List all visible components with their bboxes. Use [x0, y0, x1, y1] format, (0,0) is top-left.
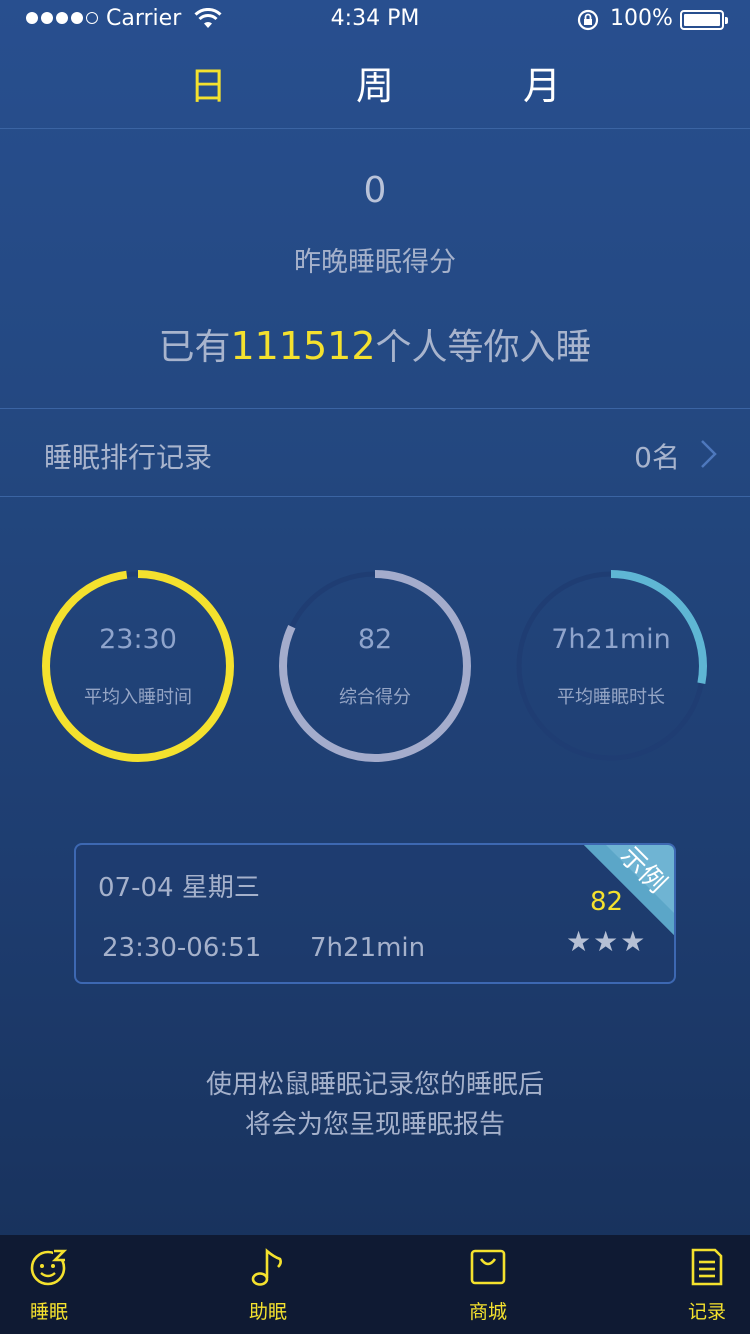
- tab-month[interactable]: 月: [482, 55, 602, 110]
- tab-day[interactable]: 日: [148, 55, 268, 110]
- nav-sleep-aid-label: 助眠: [248, 1301, 287, 1323]
- document-icon: [691, 1248, 723, 1286]
- waiting-count: 111512: [230, 324, 376, 368]
- hint-line-2: 将会为您呈现睡眠报告: [244, 1110, 505, 1140]
- bottom-navigation: 睡眠 助眠 商城 记录: [0, 1235, 750, 1334]
- nav-shop[interactable]: 商城: [428, 1235, 548, 1334]
- avg-bedtime-label: 平均入睡时间: [84, 687, 192, 708]
- avg-duration-ring: 7h21min 平均睡眠时长: [513, 568, 709, 764]
- divider: [0, 496, 750, 497]
- chevron-right-icon: [701, 440, 717, 468]
- sample-sleep-record-card[interactable]: 07-04 星期三 23:30-06:51 7h21min 82 ★★★ 示例: [74, 843, 676, 984]
- divider: [0, 408, 750, 409]
- sample-badge: 示例: [584, 845, 674, 935]
- sleep-ranking-row[interactable]: 睡眠排行记录 0名: [0, 410, 750, 496]
- sleep-face-icon: [30, 1249, 68, 1286]
- avg-duration-value: 7h21min: [551, 624, 671, 655]
- nav-records[interactable]: 记录: [647, 1235, 750, 1334]
- avg-bedtime-value: 23:30: [99, 624, 177, 655]
- battery-icon: [680, 10, 728, 30]
- last-night-score-label: 昨晚睡眠得分: [294, 247, 456, 278]
- last-night-score: 0: [363, 170, 387, 211]
- sleep-ranking-title: 睡眠排行记录: [44, 441, 213, 474]
- waiting-suffix: 个人等你入睡: [375, 327, 592, 368]
- nav-sleep-aid[interactable]: 助眠: [208, 1235, 328, 1334]
- avg-bedtime-ring: 23:30 平均入睡时间: [40, 568, 236, 764]
- nav-sleep-label: 睡眠: [29, 1301, 68, 1323]
- status-bar: Carrier 4:34 PM 100%: [0, 0, 750, 40]
- waiting-users-text: 已有111512个人等你入睡: [0, 318, 750, 370]
- music-note-icon: [251, 1248, 282, 1286]
- overall-score-label: 综合得分: [339, 687, 411, 708]
- battery-percent: 100%: [610, 6, 673, 31]
- tab-week[interactable]: 周: [315, 55, 435, 110]
- record-time-range: 23:30-06:51: [102, 933, 262, 963]
- nav-sleep[interactable]: 睡眠: [0, 1235, 109, 1334]
- empty-report-hint: 使用松鼠睡眠记录您的睡眠后 将会为您呈现睡眠报告: [0, 1065, 750, 1145]
- rotation-lock-icon: [577, 9, 599, 31]
- overall-score-ring: 82 综合得分: [277, 568, 473, 764]
- nav-records-label: 记录: [687, 1301, 726, 1323]
- record-date: 07-04 星期三: [98, 873, 260, 903]
- nav-shop-label: 商城: [468, 1301, 507, 1323]
- sleep-ranking-value: 0名: [634, 441, 680, 474]
- record-duration: 7h21min: [310, 933, 426, 963]
- divider: [0, 128, 750, 129]
- hint-line-1: 使用松鼠睡眠记录您的睡眠后: [205, 1070, 544, 1100]
- overall-score-value: 82: [357, 624, 393, 655]
- avg-duration-label: 平均睡眠时长: [557, 687, 665, 708]
- period-tabs: 日 周 月: [0, 55, 750, 115]
- waiting-prefix: 已有: [158, 327, 231, 368]
- avg-bedtime-progress-arc: [42, 570, 234, 762]
- shopping-bag-icon: [470, 1249, 506, 1285]
